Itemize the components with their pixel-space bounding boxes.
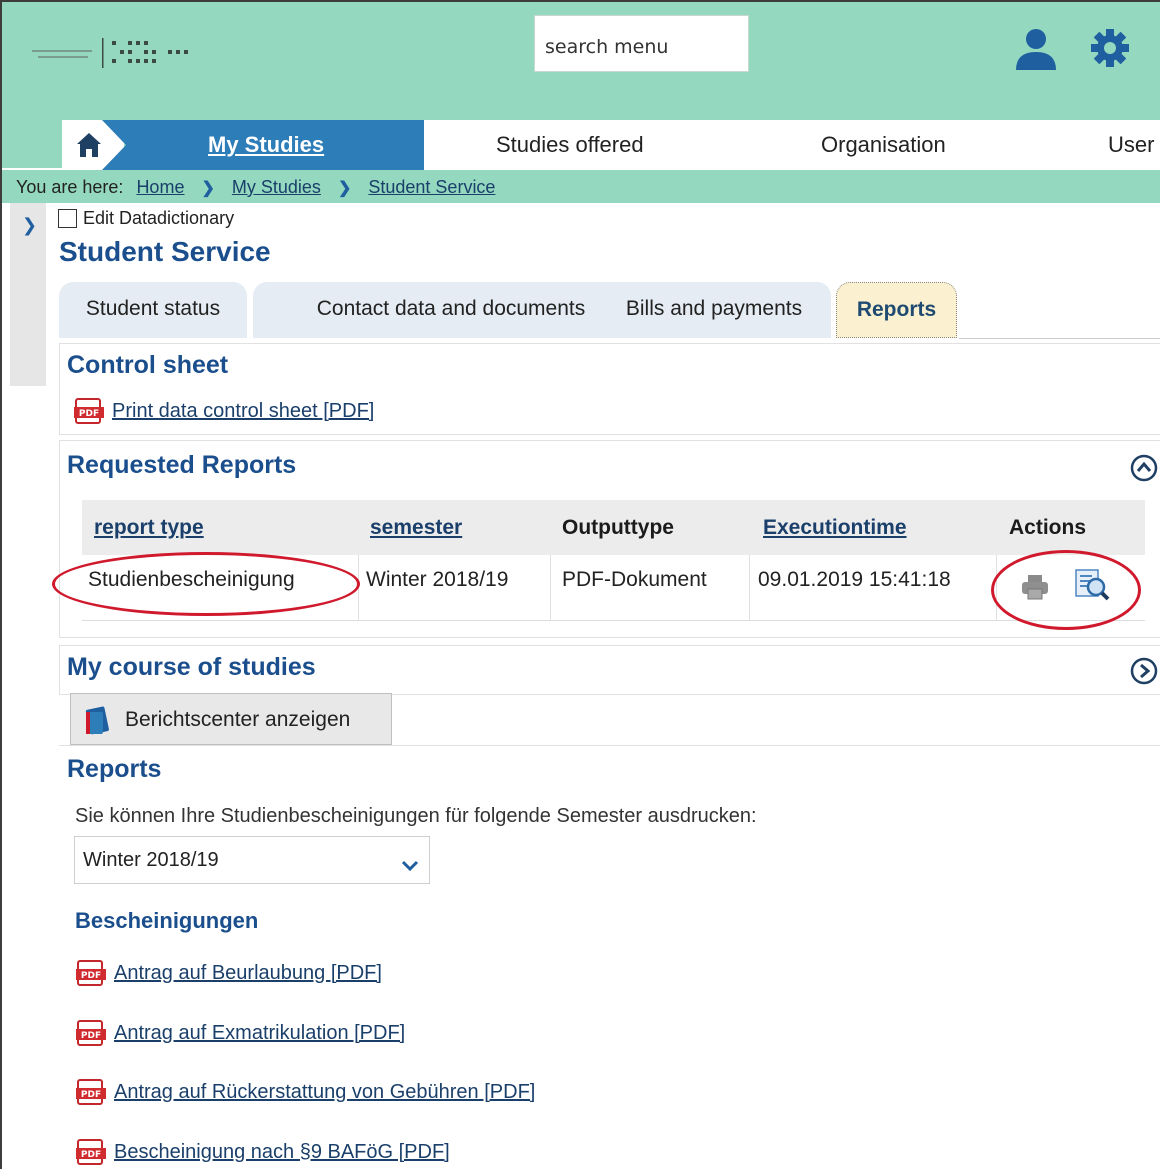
- cell-semester: Winter 2018/19: [366, 568, 509, 591]
- chevron-right-icon: ❯: [22, 215, 38, 236]
- svg-text:PDF: PDF: [81, 1090, 101, 1100]
- column-semester[interactable]: semester: [370, 516, 462, 540]
- tab-reports[interactable]: Reports: [836, 282, 957, 338]
- home-icon: [76, 132, 102, 162]
- collapse-icon[interactable]: [1130, 454, 1158, 482]
- gear-icon[interactable]: [1090, 28, 1130, 72]
- svg-text:PDF: PDF: [81, 1031, 101, 1041]
- chevron-right-icon: ❯: [337, 180, 352, 197]
- column-actions: Actions: [1009, 516, 1087, 539]
- link-bafoeg[interactable]: PDF Bescheinigung nach §9 BAFöG [PDF]: [76, 1139, 450, 1165]
- svg-text:PDF: PDF: [81, 971, 101, 981]
- nav-studies-offered[interactable]: Studies offered: [496, 132, 644, 158]
- svg-text:PDF: PDF: [79, 409, 99, 419]
- table-header: report type semester Outputtype Executio…: [82, 500, 1145, 555]
- chevron-down-icon: [401, 855, 419, 878]
- user-icon[interactable]: [1014, 28, 1058, 74]
- semester-select[interactable]: Winter 2018/19: [74, 836, 430, 884]
- berichtscenter-button[interactable]: Berichtscenter anzeigen: [70, 693, 392, 745]
- tab-student-status[interactable]: Student status: [59, 282, 247, 338]
- requested-reports-title: Requested Reports: [67, 451, 297, 479]
- tab-bar: Student status Contact data and document…: [59, 282, 1160, 338]
- column-executiontime[interactable]: Executiontime: [763, 516, 907, 540]
- preview-icon[interactable]: [1074, 567, 1110, 607]
- pdf-icon: PDF: [76, 1079, 106, 1105]
- breadcrumb-my-studies[interactable]: My Studies: [232, 177, 321, 197]
- pdf-icon: PDF: [74, 398, 104, 424]
- printer-icon[interactable]: [1020, 573, 1050, 605]
- table-row: Studienbescheinigung Winter 2018/19 PDF-…: [82, 555, 1145, 621]
- control-sheet-title: Control sheet: [67, 351, 229, 379]
- university-logo[interactable]: [32, 36, 212, 72]
- pdf-icon: PDF: [76, 960, 106, 986]
- book-icon: [83, 706, 111, 742]
- nav-user[interactable]: User: [1108, 132, 1154, 158]
- cell-executiontime: 09.01.2019 15:41:18: [758, 568, 951, 591]
- reports-description: Sie können Ihre Studienbescheinigungen f…: [75, 805, 757, 827]
- side-panel-toggle[interactable]: ❯: [10, 203, 46, 386]
- link-exmatrikulation[interactable]: PDF Antrag auf Exmatrikulation [PDF]: [76, 1020, 405, 1046]
- link-beurlaubung[interactable]: PDF Antrag auf Beurlaubung [PDF]: [76, 960, 382, 986]
- column-report-type[interactable]: report type: [94, 516, 204, 540]
- pdf-icon: PDF: [76, 1139, 106, 1165]
- expand-icon[interactable]: [1130, 657, 1158, 685]
- edit-datadictionary-toggle[interactable]: Edit Datadictionary: [58, 208, 234, 229]
- tab-contact-data[interactable]: Contact data and documents: [253, 282, 649, 338]
- requested-reports-table: report type semester Outputtype Executio…: [82, 500, 1145, 621]
- main-navigation: My Studies Studies offered Organisation …: [2, 120, 1160, 170]
- pdf-icon: PDF: [76, 1020, 106, 1046]
- search-menu-input[interactable]: search menu: [534, 15, 749, 72]
- course-of-studies-title: My course of studies: [67, 653, 316, 681]
- tab-bills-payments[interactable]: Bills and payments: [597, 282, 831, 338]
- page-title: Student Service: [59, 236, 271, 267]
- cell-outputtype: PDF-Dokument: [562, 568, 707, 591]
- app-window: search menu My Studies Studies offered O…: [0, 0, 1160, 1169]
- reports-title: Reports: [67, 755, 162, 783]
- breadcrumb-home[interactable]: Home: [136, 177, 184, 197]
- nav-my-studies[interactable]: My Studies: [102, 120, 424, 170]
- chevron-right-icon: ❯: [201, 180, 215, 197]
- column-outputtype: Outputtype: [562, 516, 674, 539]
- svg-text:PDF: PDF: [81, 1150, 101, 1160]
- certificates-title: Bescheinigungen: [75, 908, 259, 933]
- print-control-sheet-link[interactable]: PDF Print data control sheet [PDF]: [74, 398, 374, 424]
- nav-organisation[interactable]: Organisation: [821, 132, 946, 158]
- edit-datadictionary-checkbox[interactable]: [58, 209, 77, 228]
- link-rueckerstattung[interactable]: PDF Antrag auf Rückerstattung von Gebühr…: [76, 1079, 535, 1105]
- cell-report-type: Studienbescheinigung: [88, 568, 295, 591]
- breadcrumb: You are here: Home ❯ My Studies ❯ Studen…: [2, 170, 1160, 203]
- breadcrumb-student-service[interactable]: Student Service: [368, 177, 495, 197]
